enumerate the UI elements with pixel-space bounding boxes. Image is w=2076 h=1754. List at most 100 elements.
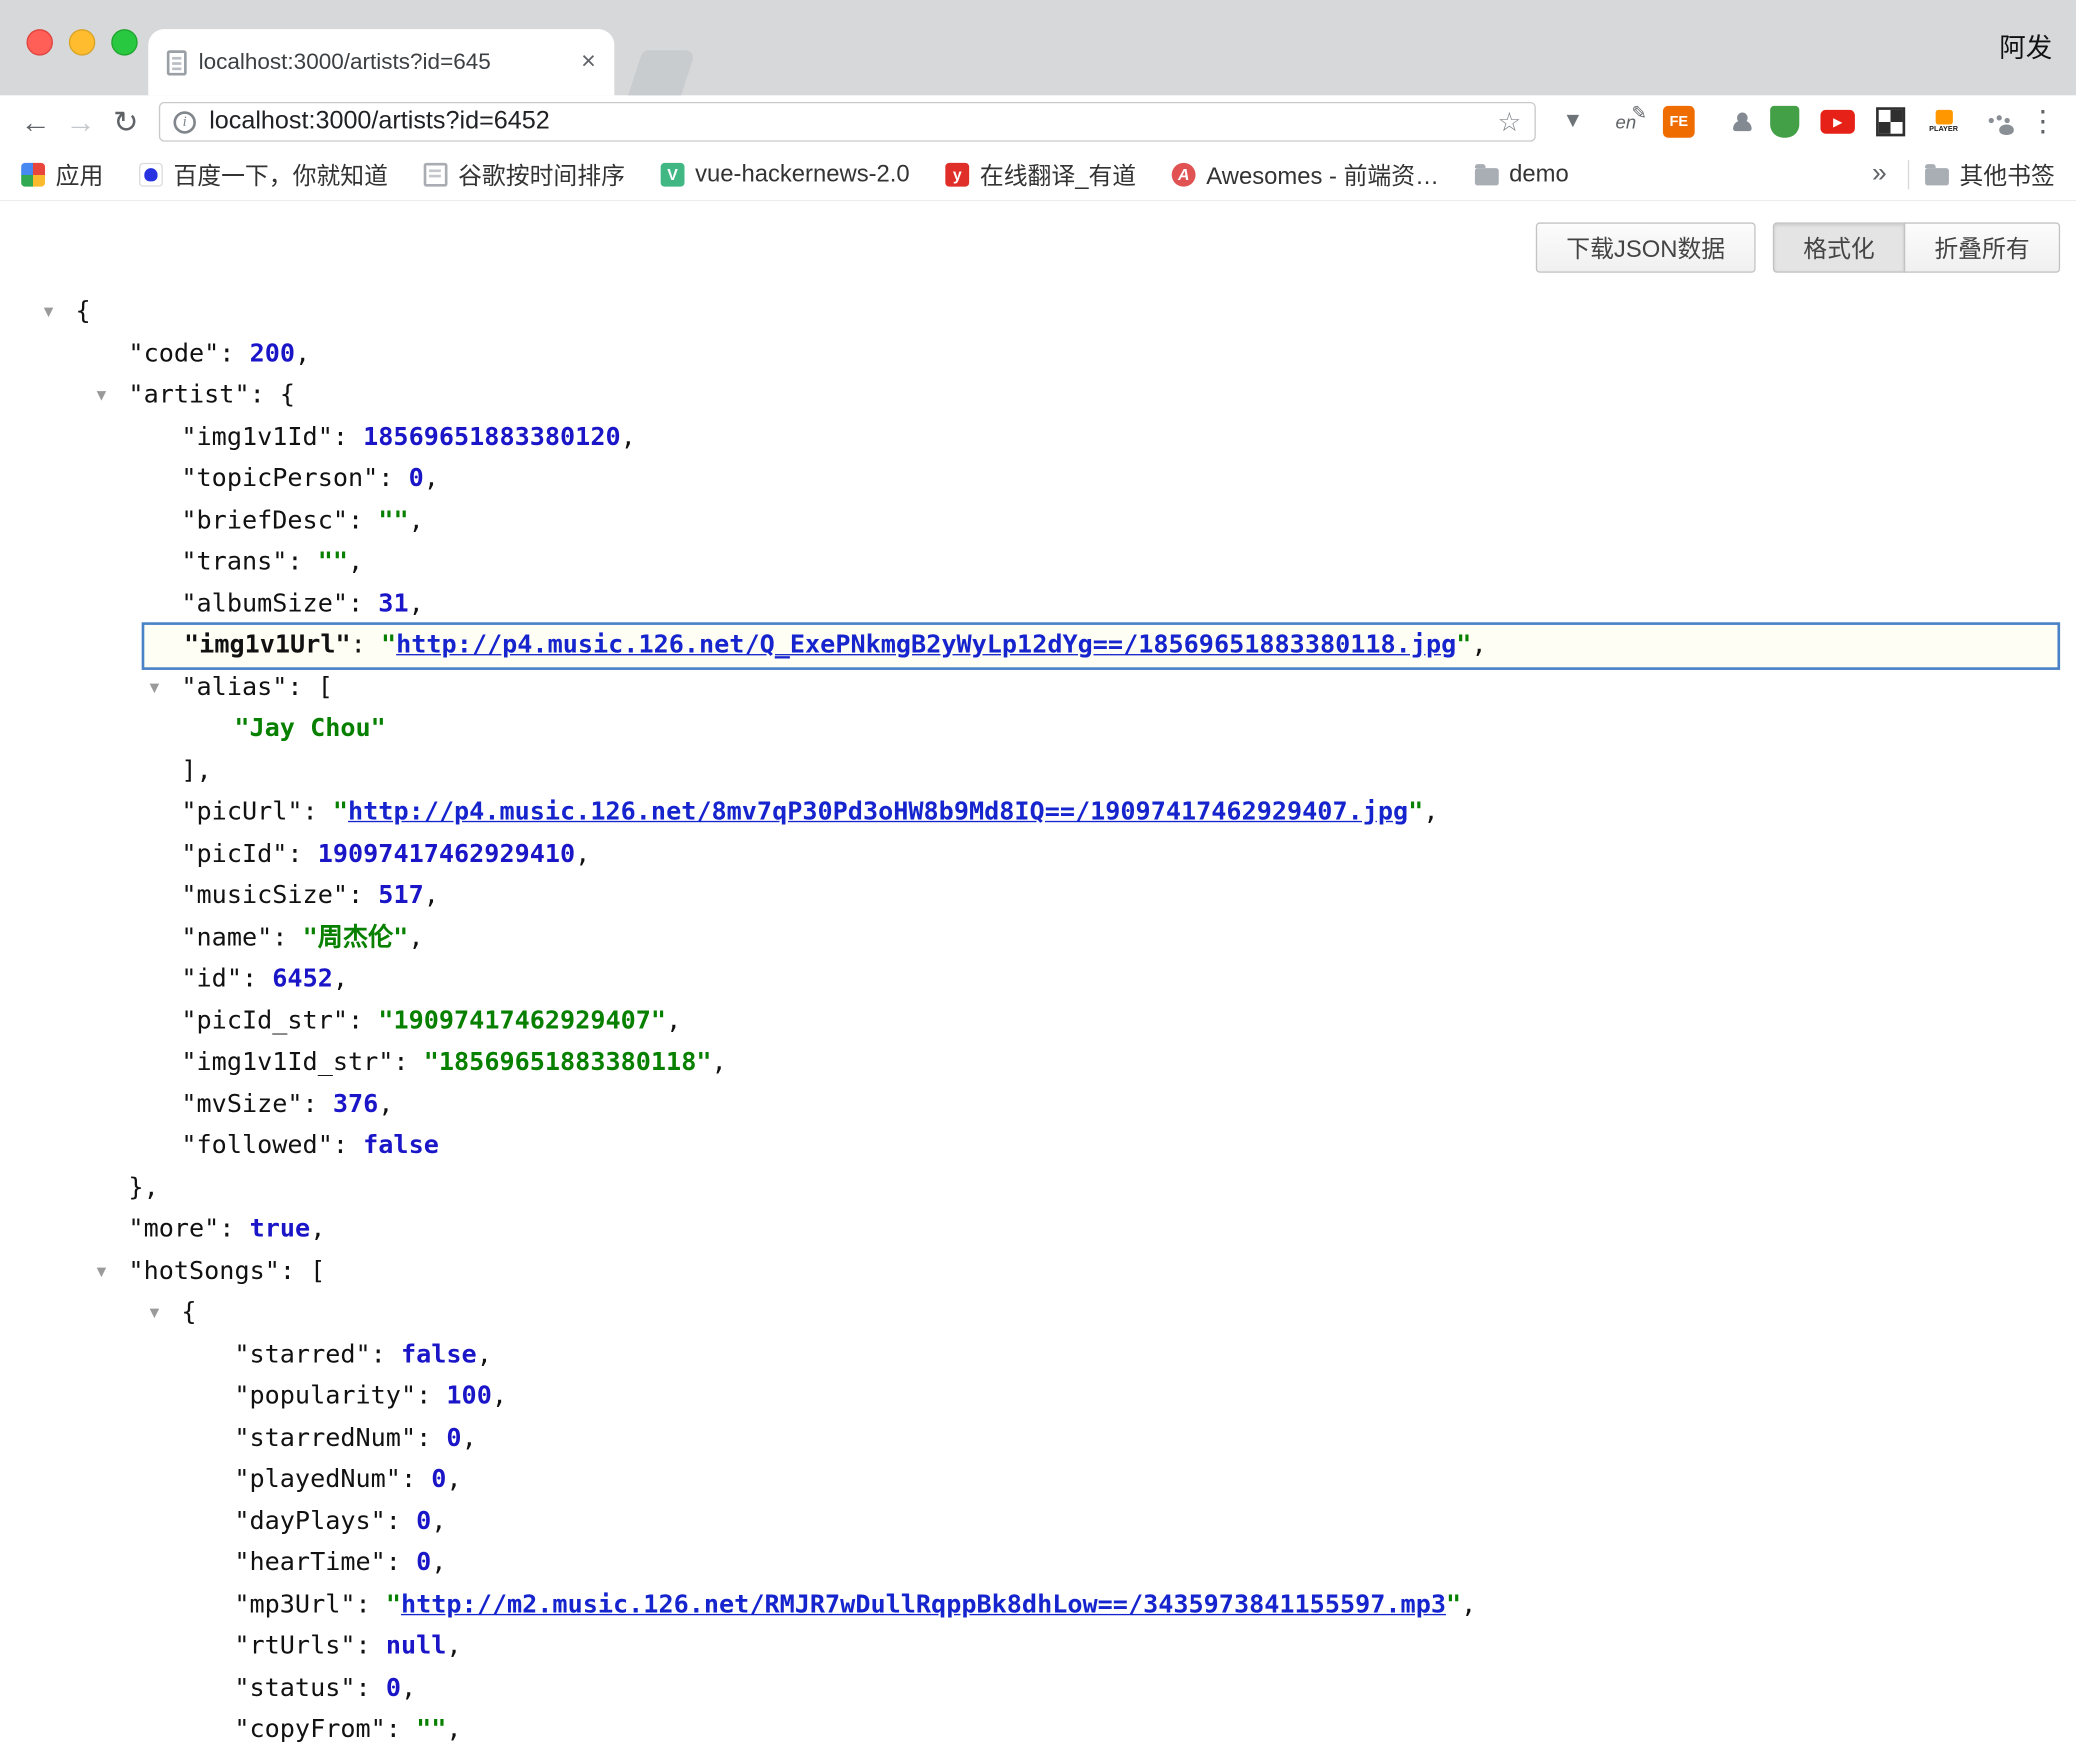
bookmark-item[interactable]: 谷歌按时间排序	[424, 157, 625, 191]
collapse-toggle-icon[interactable]: ▼	[97, 1250, 107, 1292]
download-json-button[interactable]: 下载JSON数据	[1536, 222, 1756, 272]
collapse-toggle-icon[interactable]: ▼	[150, 1292, 160, 1334]
json-line: "code": 200,	[0, 333, 2076, 375]
json-token-n: 0	[416, 1506, 431, 1535]
json-token-p: :	[393, 1047, 423, 1076]
json-line: "id": 6452,	[0, 959, 2076, 1001]
bookmark-label: 在线翻译_有道	[980, 157, 1136, 191]
translate-pen-extension-icon[interactable]: en	[1599, 101, 1652, 143]
json-token-k: "topicPerson"	[181, 463, 378, 492]
bookmark-item[interactable]: demo	[1475, 160, 1569, 188]
collapse-toggle-icon[interactable]: ▼	[97, 375, 107, 417]
json-token-p: {	[181, 1298, 196, 1327]
json-token-p: ,	[492, 1381, 507, 1410]
bookmarks-overflow-chevron[interactable]: »	[1861, 159, 1897, 189]
json-token-k: "hearTime"	[234, 1548, 385, 1577]
json-token-k: "code"	[128, 338, 219, 367]
shield-extension-icon[interactable]	[1770, 106, 1799, 138]
url-text: localhost:3000/artists?id=6452	[209, 107, 1484, 136]
bookmark-label: 应用	[56, 157, 104, 191]
json-token-n: 0	[431, 1464, 446, 1493]
menu-icon[interactable]: ⋮	[2023, 105, 2063, 139]
tab-close-icon[interactable]: ×	[576, 48, 596, 77]
bookmark-label: 百度一下，你就知道	[173, 157, 387, 191]
address-bar[interactable]: localhost:3000/artists?id=6452 ☆	[159, 102, 1536, 142]
collapse-toggle-icon[interactable]: ▼	[44, 291, 54, 333]
bookmark-item[interactable]: 应用	[21, 157, 103, 191]
json-token-p: {	[75, 297, 90, 326]
forward-button[interactable]: →	[58, 107, 103, 137]
json-line: "status": 0,	[0, 1668, 2076, 1710]
json-token-k: "followed"	[181, 1131, 332, 1160]
other-bookmarks[interactable]: 其他书签	[1925, 157, 2055, 191]
json-token-p: ,	[431, 1548, 446, 1577]
json-token-b: false	[401, 1339, 477, 1368]
json-token-p: ,	[462, 1423, 477, 1452]
json-line: "img1v1Id_str": "18569651883380118",	[0, 1042, 2076, 1084]
json-line: },	[0, 1167, 2076, 1209]
new-tab-button[interactable]	[628, 50, 696, 95]
back-button[interactable]: ←	[13, 107, 58, 137]
json-token-p: :	[348, 1006, 378, 1035]
json-token-u: null	[386, 1631, 447, 1660]
bookmark-item[interactable]: AAwesomes - 前端资…	[1172, 157, 1439, 191]
close-window-button[interactable]	[26, 29, 52, 55]
json-token-n: 31	[378, 589, 408, 618]
json-token-k: "popularity"	[234, 1381, 416, 1410]
json-line: "dayPlays": 0,	[0, 1501, 2076, 1543]
json-token-n: 0	[386, 1673, 401, 1702]
page-content: 下载JSON数据 格式化 折叠所有 ▼{"code": 200,▼"artist…	[0, 201, 2076, 1751]
player-extension-icon[interactable]: PLAYER	[1917, 101, 1970, 143]
json-token-p: ,	[1461, 1589, 1476, 1618]
json-token-k: "trans"	[181, 547, 287, 576]
json-token-p: :	[356, 1631, 386, 1660]
bookmark-star-icon[interactable]: ☆	[1498, 105, 1522, 138]
minimize-window-button[interactable]	[69, 29, 95, 55]
json-line-highlighted: "img1v1Url": "http://p4.music.126.net/Q_…	[142, 622, 2060, 669]
json-token-k: "playedNum"	[234, 1464, 401, 1493]
json-token-k: "id"	[181, 964, 242, 993]
json-token-p: ,	[446, 1715, 461, 1744]
profile-name[interactable]: 阿发	[1999, 26, 2052, 64]
json-token-b: false	[363, 1131, 439, 1160]
profile-extension-icon[interactable]	[1716, 106, 1748, 138]
info-icon[interactable]	[173, 111, 196, 134]
paw-extension-icon[interactable]	[1981, 106, 2013, 138]
dropdown-flag-extension-icon[interactable]: ▼	[1546, 101, 1599, 143]
format-button[interactable]: 格式化	[1773, 222, 1905, 272]
json-url-link[interactable]: http://m2.music.126.net/RMJR7wDullRqppBk…	[401, 1589, 1446, 1618]
bookmarks-bar: 应用 百度一下，你就知道 谷歌按时间排序 Vvue-hackernews-2.0 y 在线…	[0, 148, 2076, 201]
json-token-p: ,	[711, 1047, 726, 1076]
json-url-link[interactable]: http://p4.music.126.net/8mv7qP30Pd3oHW8b…	[348, 797, 1408, 826]
json-line: "picId_str": "19097417462929407",	[0, 1000, 2076, 1042]
browser-tab[interactable]: localhost:3000/artists?id=645 ×	[148, 29, 614, 95]
page-favicon-icon	[167, 50, 187, 75]
bookmark-item[interactable]: y 在线翻译_有道	[945, 157, 1136, 191]
json-token-p: ,	[333, 964, 348, 993]
json-token-p: :	[416, 1381, 446, 1410]
fehelper-extension-icon[interactable]: FE	[1663, 106, 1695, 138]
json-token-p: ,	[621, 422, 636, 451]
collapse-all-button[interactable]: 折叠所有	[1904, 222, 2060, 272]
json-token-p: ,	[408, 922, 423, 951]
json-token-k: "mp3Url"	[234, 1589, 355, 1618]
json-token-q: "	[381, 630, 396, 659]
bookmark-item[interactable]: 百度一下，你就知道	[139, 157, 388, 191]
json-token-s: "18569651883380118"	[424, 1047, 712, 1076]
icon-youdao: y	[945, 162, 969, 186]
collapse-toggle-icon[interactable]: ▼	[150, 667, 160, 709]
json-url-link[interactable]: http://p4.music.126.net/Q_ExePNkmgB2yWyL…	[396, 630, 1456, 659]
youtube-extension-icon[interactable]: ▶	[1820, 110, 1854, 134]
json-token-n: 517	[378, 880, 423, 909]
json-token-p: ,	[446, 1464, 461, 1493]
zoom-window-button[interactable]	[111, 29, 137, 55]
bookmark-item[interactable]: Vvue-hackernews-2.0	[661, 160, 910, 188]
json-token-s: ""	[378, 505, 408, 534]
json-token-p: ,	[295, 338, 310, 367]
json-token-p: :	[386, 1506, 416, 1535]
qrcode-extension-icon[interactable]	[1876, 107, 1905, 136]
reload-button[interactable]: ↻	[103, 107, 148, 137]
icon-folder	[1475, 167, 1499, 184]
json-token-p: ,	[310, 1214, 325, 1243]
json-token-k: "img1v1Url"	[184, 630, 351, 659]
